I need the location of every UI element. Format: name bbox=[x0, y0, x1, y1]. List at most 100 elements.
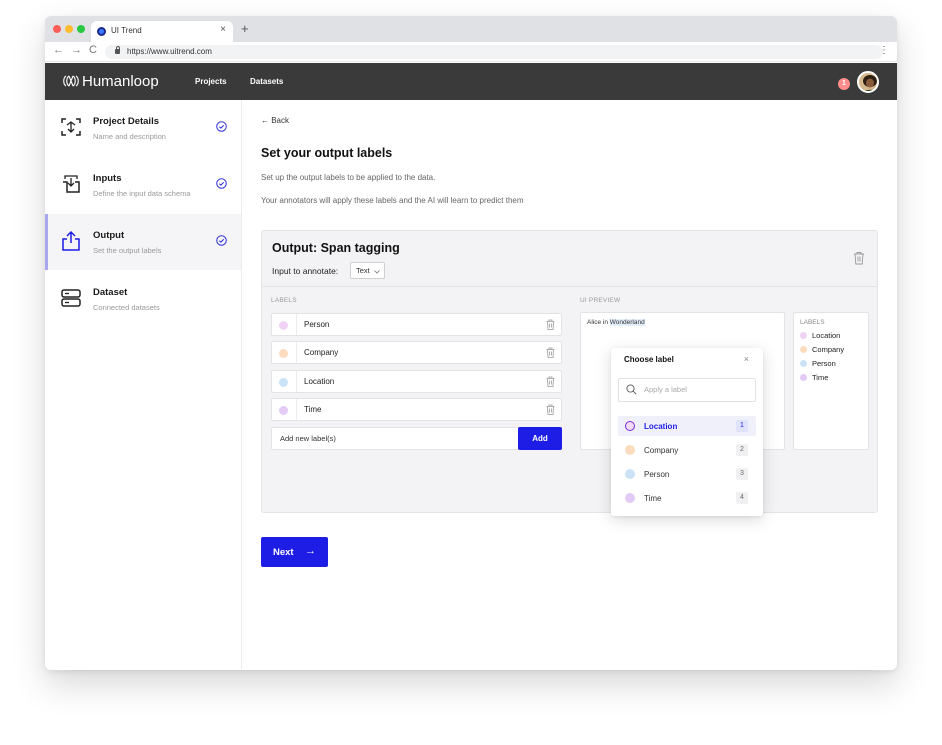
card-title: Output: Span tagging bbox=[272, 241, 400, 255]
label-option-time[interactable]: Time 4 bbox=[618, 488, 756, 508]
upload-box-icon bbox=[62, 230, 80, 251]
label-color-dot bbox=[625, 421, 635, 431]
humanloop-logo-icon bbox=[63, 75, 79, 87]
step-subtitle: Define the input data schema bbox=[93, 189, 191, 198]
browser-tab[interactable]: UI Trend × bbox=[91, 21, 233, 42]
avatar[interactable] bbox=[857, 71, 879, 93]
choose-label-popover: Choose label × Location 1 Company 2 Pers… bbox=[611, 348, 763, 516]
url-text: https://www.uitrend.com bbox=[127, 47, 212, 56]
minimize-window-button[interactable] bbox=[65, 25, 73, 33]
label-option-location[interactable]: Location 1 bbox=[618, 416, 756, 436]
back-link[interactable]: ← Back bbox=[261, 116, 289, 125]
check-circle-icon bbox=[216, 178, 227, 189]
output-config-card: Output: Span tagging Input to annotate: … bbox=[261, 230, 878, 513]
label-name[interactable]: Time bbox=[304, 405, 321, 414]
next-button[interactable]: Next → bbox=[261, 537, 328, 567]
step-title: Dataset bbox=[93, 287, 128, 298]
add-label-input[interactable]: Add new label(s) bbox=[271, 427, 519, 450]
step-title: Inputs bbox=[93, 173, 122, 184]
chevron-down-icon bbox=[374, 270, 380, 274]
check-circle-icon bbox=[216, 235, 227, 246]
server-icon bbox=[61, 289, 81, 307]
delete-label-icon[interactable] bbox=[546, 376, 555, 387]
step-title: Output bbox=[93, 230, 125, 241]
lock-icon bbox=[115, 46, 120, 54]
step-output[interactable]: Output Set the output labels bbox=[45, 214, 241, 270]
legend-item: Location bbox=[800, 331, 840, 340]
option-name: Time bbox=[644, 494, 662, 503]
page-description: Set up the output labels to be applied t… bbox=[261, 173, 436, 182]
shortcut-key: 1 bbox=[736, 420, 748, 432]
preview-labels-legend: LABELS Location Company Person Time bbox=[793, 312, 869, 450]
favicon-icon bbox=[97, 27, 106, 36]
ui-preview-header: UI PREVIEW bbox=[580, 297, 621, 304]
arrow-right-icon: → bbox=[305, 545, 316, 557]
label-color-dot bbox=[279, 406, 288, 415]
tab-close-icon[interactable]: × bbox=[220, 24, 226, 35]
label-color-dot bbox=[279, 378, 288, 387]
brand-name: Humanloop bbox=[82, 73, 159, 90]
reload-button[interactable]: C bbox=[89, 44, 97, 56]
option-name: Location bbox=[644, 422, 678, 431]
step-inputs[interactable]: Inputs Define the input data schema bbox=[45, 157, 241, 213]
delete-output-icon[interactable] bbox=[853, 251, 865, 265]
step-subtitle: Connected datasets bbox=[93, 303, 160, 312]
popover-title: Choose label bbox=[624, 355, 674, 364]
label-color-dot bbox=[625, 469, 635, 479]
forward-nav-button[interactable]: → bbox=[71, 44, 82, 56]
browser-window: UI Trend × + ← → C https://www.uitrend.c… bbox=[45, 16, 897, 670]
delete-label-icon[interactable] bbox=[546, 319, 555, 330]
address-bar-row: ← → C https://www.uitrend.com ⋮ bbox=[45, 42, 897, 62]
shortcut-key: 3 bbox=[736, 468, 748, 480]
label-name[interactable]: Location bbox=[304, 377, 334, 386]
step-dataset[interactable]: Dataset Connected datasets bbox=[45, 271, 241, 327]
close-window-button[interactable] bbox=[53, 25, 61, 33]
option-name: Company bbox=[644, 446, 679, 455]
page-description-secondary: Your annotators will apply these labels … bbox=[261, 196, 524, 205]
label-search-input[interactable] bbox=[644, 385, 744, 394]
delete-label-icon[interactable] bbox=[546, 404, 555, 415]
legend-item: Time bbox=[800, 373, 828, 382]
steps-sidebar: Project Details Name and description Inp… bbox=[45, 100, 242, 670]
delete-label-icon[interactable] bbox=[546, 347, 555, 358]
close-icon[interactable]: × bbox=[744, 354, 749, 364]
maximize-window-button[interactable] bbox=[77, 25, 85, 33]
label-search-field[interactable] bbox=[618, 378, 756, 402]
label-color-dot bbox=[279, 321, 288, 330]
input-annotate-label: Input to annotate: bbox=[272, 266, 339, 276]
new-tab-button[interactable]: + bbox=[241, 21, 249, 36]
label-name[interactable]: Company bbox=[304, 348, 338, 357]
input-type-value: Text bbox=[356, 266, 370, 275]
check-circle-icon bbox=[216, 121, 227, 132]
tab-title: UI Trend bbox=[111, 26, 142, 35]
legend-item: Person bbox=[800, 359, 836, 368]
step-subtitle: Set the output labels bbox=[93, 246, 162, 255]
scan-frame-icon bbox=[61, 118, 81, 136]
app-header: Humanloop Projects Datasets 1 bbox=[45, 63, 897, 100]
nav-projects[interactable]: Projects bbox=[195, 77, 227, 86]
add-label-button[interactable]: Add bbox=[518, 427, 562, 450]
step-project-details[interactable]: Project Details Name and description bbox=[45, 100, 241, 156]
input-type-select[interactable]: Text bbox=[350, 262, 385, 279]
legend-header: LABELS bbox=[800, 319, 825, 326]
shortcut-key: 4 bbox=[736, 492, 748, 504]
browser-tab-bar: UI Trend × + bbox=[45, 16, 897, 42]
label-color-dot bbox=[625, 493, 635, 503]
browser-menu-icon[interactable]: ⋮ bbox=[879, 45, 889, 56]
highlighted-span[interactable]: Wonderland bbox=[609, 319, 645, 326]
page-title: Set your output labels bbox=[261, 146, 393, 160]
label-color-dot bbox=[279, 349, 288, 358]
card-header: Output: Span tagging Input to annotate: … bbox=[262, 231, 877, 287]
label-row: Company bbox=[271, 341, 562, 364]
address-bar[interactable]: https://www.uitrend.com bbox=[105, 45, 883, 59]
nav-datasets[interactable]: Datasets bbox=[250, 77, 283, 86]
label-option-company[interactable]: Company 2 bbox=[618, 440, 756, 460]
notification-badge[interactable]: 1 bbox=[838, 78, 850, 90]
label-name[interactable]: Person bbox=[304, 320, 329, 329]
preview-text[interactable]: Alice in Wonderland bbox=[587, 319, 645, 326]
next-label: Next bbox=[273, 547, 294, 558]
label-option-person[interactable]: Person 3 bbox=[618, 464, 756, 484]
label-row: Time bbox=[271, 398, 562, 421]
back-nav-button[interactable]: ← bbox=[53, 44, 64, 56]
search-icon bbox=[626, 384, 637, 395]
